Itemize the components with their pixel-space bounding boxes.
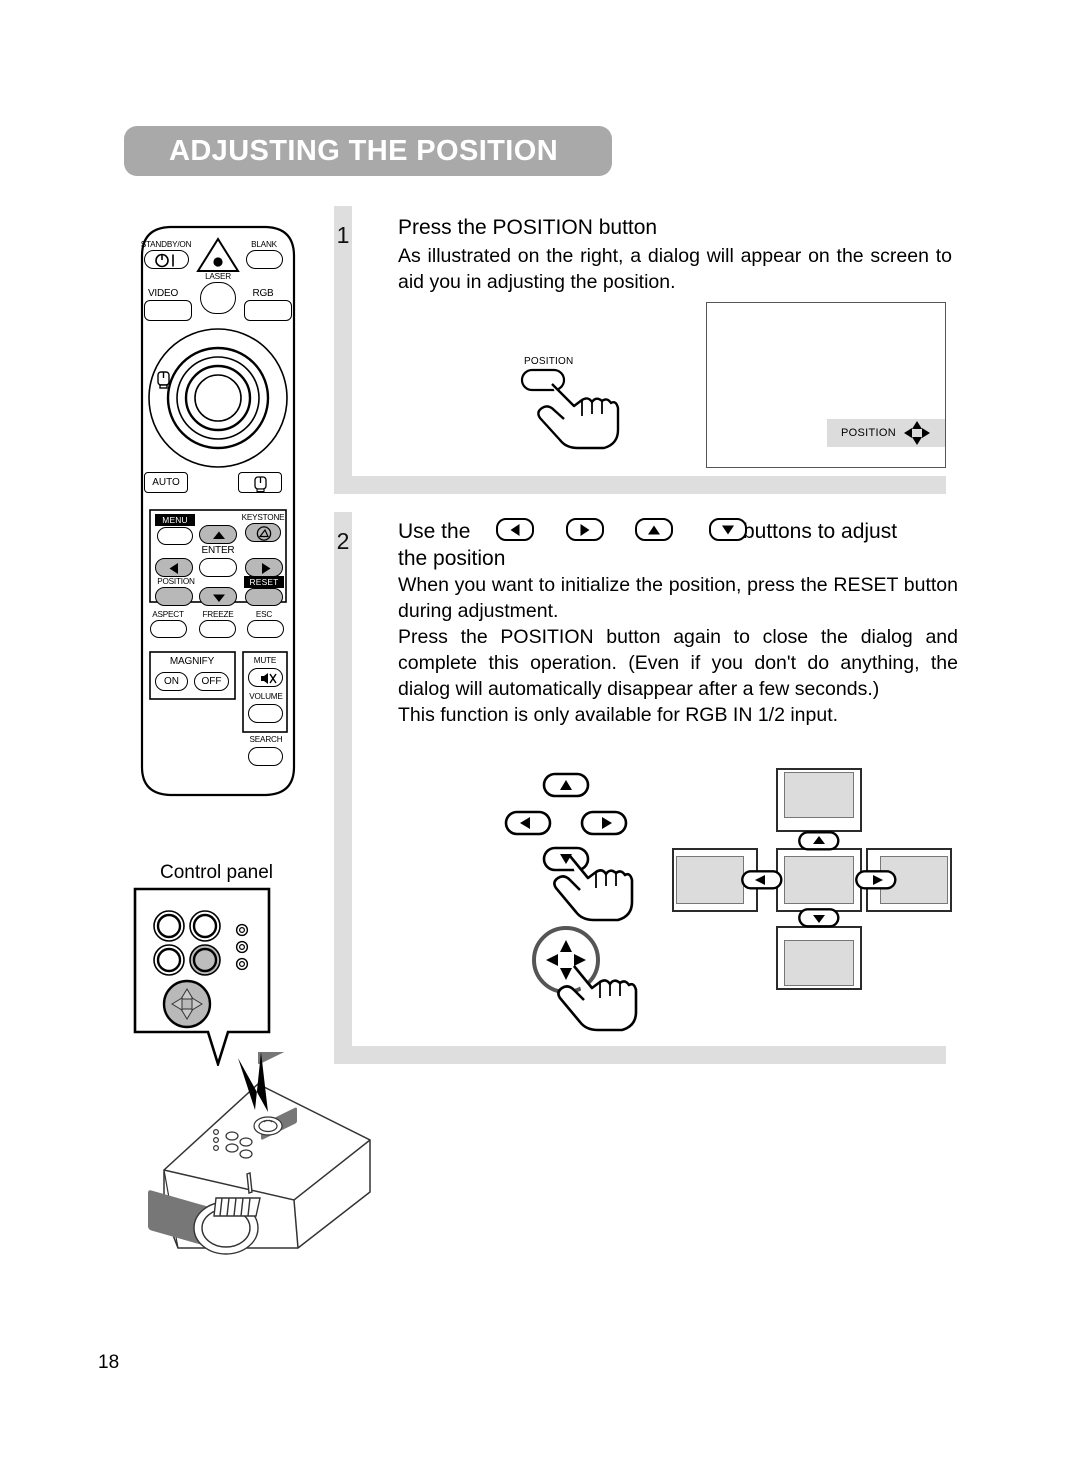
- diagram-right-button[interactable]: [855, 870, 897, 895]
- remote-button-aspect[interactable]: [150, 620, 187, 638]
- remote-button-search[interactable]: [248, 747, 283, 766]
- keystone-icon: [256, 526, 272, 541]
- step-2-heading: Use the buttons to adjust: [398, 518, 958, 545]
- step-2-heading-post: buttons to adjust: [742, 520, 898, 543]
- step-2-para-2: Press the POSITION button again to close…: [398, 626, 958, 700]
- step-1-panel: 1 Press the POSITION button As illustrat…: [334, 206, 952, 494]
- diagram-down-button[interactable]: [798, 908, 840, 933]
- remote-label-reset: RESET: [244, 576, 284, 588]
- inline-down-arrow-button[interactable]: [709, 518, 748, 541]
- remote-label-keystone: KEYSTONE: [241, 513, 285, 522]
- control-panel-dpad: [162, 979, 212, 1029]
- remote-button-up[interactable]: [199, 525, 237, 544]
- remote-button-mouse[interactable]: [238, 472, 282, 493]
- position-button-shape: [520, 368, 566, 392]
- up-arrow-icon: [213, 531, 225, 539]
- arrow-buttons-illustration: [504, 770, 684, 1040]
- projector-illustration: [108, 1036, 408, 1325]
- down-arrow-icon: [213, 594, 225, 602]
- remote-button-esc[interactable]: [247, 620, 284, 638]
- step-1-heading: Press the POSITION button: [398, 216, 658, 239]
- screen-centered: [776, 848, 862, 912]
- remote-label-esc: ESC: [255, 610, 273, 619]
- page-title: ADJUSTING THE POSITION: [169, 134, 559, 167]
- remote-button-right[interactable]: [245, 558, 283, 577]
- screen-shifted-up: [776, 768, 862, 832]
- step-2-heading-line2: the position: [398, 547, 506, 570]
- remote-button-keystone[interactable]: [245, 523, 281, 542]
- remote-button-mute[interactable]: [248, 668, 283, 687]
- remote-button-magnify-off[interactable]: OFF: [194, 672, 229, 691]
- remote-button-auto[interactable]: AUTO: [144, 472, 188, 493]
- remote-label-auto: AUTO: [152, 477, 180, 488]
- remote-label-laser: LASER: [205, 272, 231, 281]
- remote-button-volume[interactable]: [248, 704, 283, 723]
- inline-left-arrow-button[interactable]: [496, 518, 535, 541]
- step-1-number: 1: [336, 222, 350, 248]
- inline-right-arrow-button[interactable]: [565, 518, 604, 541]
- remote-label-magnify-on: ON: [164, 676, 179, 687]
- press-button-label: POSITION: [524, 356, 574, 367]
- left-arrow-icon: [169, 563, 178, 574]
- remote-label-search: SEARCH: [249, 735, 283, 744]
- remote-label-volume: VOLUME: [249, 692, 283, 701]
- page-number: 18: [98, 1352, 120, 1373]
- power-icon: [155, 253, 174, 268]
- remote-button-left[interactable]: [155, 558, 193, 577]
- remote-button-down[interactable]: [199, 587, 237, 606]
- remote-button-rgb[interactable]: [244, 300, 292, 321]
- remote-button-video[interactable]: [144, 300, 192, 321]
- diagram-up-button[interactable]: [798, 831, 840, 856]
- step-1-body: As illustrated on the right, a dialog wi…: [398, 245, 952, 293]
- step-2-para-3: This function is only available for RGB …: [398, 704, 839, 726]
- inline-up-arrow-button[interactable]: [635, 518, 674, 541]
- remote-label-mute: MUTE: [253, 656, 277, 665]
- page-header-bar: ADJUSTING THE POSITION: [124, 126, 612, 176]
- remote-button-freeze[interactable]: [199, 620, 236, 638]
- remote-button-blank[interactable]: [246, 250, 283, 269]
- diagram-left-button[interactable]: [741, 870, 783, 895]
- step-2-panel: 2 Use the buttons to adjust the position…: [334, 512, 958, 1064]
- remote-control-illustration: STANDBY/ON LASER BLANK VIDEO RGB AUTO ME…: [128, 222, 308, 802]
- control-panel-leds: [235, 923, 249, 971]
- remote-label-rgb: RGB: [252, 288, 274, 299]
- remote-label-aspect: ASPECT: [152, 610, 184, 619]
- press-position-illustration: POSITION: [516, 356, 636, 466]
- four-way-arrow-icon: [903, 421, 930, 445]
- mute-icon: [261, 673, 277, 684]
- remote-button-reset[interactable]: [245, 588, 283, 606]
- control-panel-illustration: [132, 886, 272, 1069]
- osd-position-dialog: POSITION: [827, 419, 945, 447]
- mouse-icon: [254, 476, 267, 493]
- control-panel-label: Control panel: [160, 862, 274, 883]
- remote-button-enter[interactable]: [199, 558, 237, 577]
- remote-label-menu: MENU: [155, 514, 195, 526]
- remote-label-blank: BLANK: [251, 240, 277, 249]
- remote-button-position[interactable]: [155, 587, 193, 606]
- screen-shift-diagram: [672, 768, 952, 990]
- remote-label-position: POSITION: [157, 577, 195, 586]
- step-2-number: 2: [336, 528, 350, 554]
- remote-label-magnify: MAGNIFY: [169, 656, 215, 667]
- step-2-para-1: When you want to initialize the position…: [398, 574, 958, 622]
- projection-screen: POSITION: [706, 302, 946, 468]
- screen-shifted-down: [776, 926, 862, 990]
- remote-button-menu[interactable]: [157, 527, 193, 545]
- remote-label-enter: ENTER: [201, 545, 235, 556]
- remote-label-video: VIDEO: [147, 288, 179, 299]
- remote-button-standby-on[interactable]: [144, 250, 189, 269]
- hand-pointer-icon: [537, 383, 620, 450]
- osd-dialog-label: POSITION: [841, 427, 896, 439]
- remote-label-freeze: FREEZE: [202, 610, 234, 619]
- remote-button-magnify-on[interactable]: ON: [155, 672, 188, 691]
- remote-label-standby-on: STANDBY/ON: [140, 240, 192, 249]
- remote-button-laser[interactable]: [200, 282, 236, 314]
- remote-label-magnify-off: OFF: [201, 676, 222, 687]
- step-2-heading-pre: Use the: [398, 520, 471, 543]
